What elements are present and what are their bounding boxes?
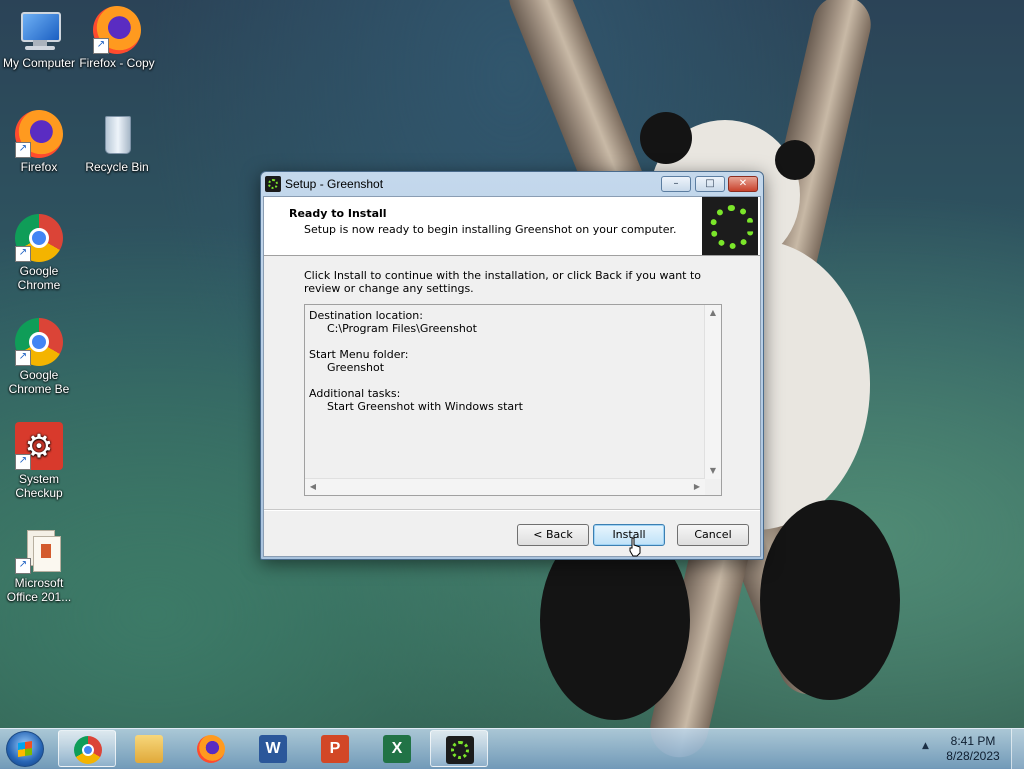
system-clock[interactable]: 8:41 PM 8/28/2023 [940,734,1006,764]
additional-tasks-value: Start Greenshot with Windows start [327,400,523,413]
taskbar: W P X ▲ 8:41 PM 8/28/2023 [0,728,1024,769]
taskbar-greenshot[interactable] [430,730,488,767]
wallpaper-panda-leg-right [760,500,900,700]
horizontal-scrollbar[interactable]: ◀ ▶ [305,478,705,495]
shortcut-arrow-icon: ↗ [15,246,31,262]
explorer-icon [135,735,163,763]
desktop-icon-label: Firefox [20,160,58,174]
scroll-right-icon[interactable]: ▶ [689,479,705,495]
office-folder-icon: ↗ [15,526,63,574]
start-menu-label: Start Menu folder: [309,348,409,361]
summary-text: Destination location: C:\Program Files\G… [309,309,523,426]
desktop-icon-label: Firefox - Copy [79,56,155,70]
taskbar-explorer[interactable] [120,730,178,767]
taskbar-powerpoint[interactable]: P [306,730,364,767]
title-bar[interactable]: Setup - Greenshot – □ ✕ [261,172,763,196]
recycle-bin-icon [93,110,141,158]
taskbar-word[interactable]: W [244,730,302,767]
greenshot-icon [265,176,281,192]
scroll-left-icon[interactable]: ◀ [305,479,321,495]
desktop-icon-firefox-copy[interactable]: ↗ Firefox - Copy [78,6,156,70]
desktop-icon-my-computer[interactable]: My Computer [0,6,78,70]
wizard-header: Ready to Install Setup is now ready to b… [264,197,760,256]
minimize-button[interactable]: – [661,176,691,192]
scrollbar-corner [705,479,721,495]
desktop-icon-google-chrome-beta[interactable]: ↗ Google Chrome Be [0,318,78,396]
word-icon: W [259,735,287,763]
chrome-icon: ↗ [15,318,63,366]
greenshot-logo [702,197,758,255]
maximize-button[interactable]: □ [695,176,725,192]
start-menu-value: Greenshot [327,361,385,374]
desktop-icon-recycle-bin[interactable]: Recycle Bin [78,110,156,174]
shortcut-arrow-icon: ↗ [15,142,31,158]
desktop-icon-label: My Computer [2,56,76,70]
system-checkup-icon: ↗ [15,422,63,470]
desktop-icon-system-checkup[interactable]: ↗ System Checkup [0,422,78,500]
computer-icon [15,6,63,54]
excel-icon: X [383,735,411,763]
desktop-icon-microsoft-office[interactable]: ↗ Microsoft Office 201... [0,526,78,604]
shortcut-arrow-icon: ↗ [15,350,31,366]
vertical-scrollbar[interactable]: ▲ ▼ [704,305,721,479]
cancel-button[interactable]: Cancel [677,524,749,546]
wallpaper-panda-ear-left [640,112,692,164]
clock-date: 8/28/2023 [946,749,1000,763]
desktop-icon-google-chrome[interactable]: ↗ Google Chrome [0,214,78,292]
page-title: Ready to Install [289,207,387,220]
taskbar-chrome[interactable] [58,730,116,767]
desktop-icon-label: Microsoft Office 201... [6,576,72,604]
scroll-down-icon[interactable]: ▼ [705,463,721,479]
greenshot-icon [446,736,474,764]
desktop-icon-label: Recycle Bin [85,160,149,174]
firefox-icon: ↗ [15,110,63,158]
setup-dialog: Setup - Greenshot – □ ✕ Ready to Install… [260,171,764,560]
desktop-icon-firefox[interactable]: ↗ Firefox [0,110,78,174]
chrome-icon: ↗ [15,214,63,262]
desktop-icon-label: Google Chrome [17,264,61,292]
start-button[interactable] [6,731,44,767]
chrome-icon [74,736,102,764]
additional-tasks-label: Additional tasks: [309,387,401,400]
taskbar-excel[interactable]: X [368,730,426,767]
dialog-body: Ready to Install Setup is now ready to b… [263,196,761,557]
shortcut-arrow-icon: ↗ [15,558,31,574]
clock-time: 8:41 PM [950,734,996,748]
shortcut-arrow-icon: ↗ [93,38,109,54]
mouse-cursor-icon [629,537,641,557]
install-summary-memo[interactable]: Destination location: C:\Program Files\G… [304,304,722,496]
window-title: Setup - Greenshot [285,177,384,191]
scroll-up-icon[interactable]: ▲ [705,305,721,321]
shortcut-arrow-icon: ↗ [15,454,31,470]
instruction-text: Click Install to continue with the insta… [304,269,702,295]
destination-value: C:\Program Files\Greenshot [327,322,477,335]
show-desktop-button[interactable] [1011,729,1024,769]
desktop-icon-label: Google Chrome Be [8,368,70,396]
destination-label: Destination location: [309,309,423,322]
show-hidden-icons-button[interactable]: ▲ [922,741,929,751]
back-button[interactable]: < Back [517,524,589,546]
wallpaper-panda-ear-right [775,140,815,180]
powerpoint-icon: P [321,735,349,763]
footer-divider [264,509,760,511]
taskbar-firefox[interactable] [182,730,240,767]
page-subtitle: Setup is now ready to begin installing G… [304,223,677,236]
firefox-icon [197,735,225,763]
close-button[interactable]: ✕ [728,176,758,192]
firefox-icon: ↗ [93,6,141,54]
desktop-icon-label: System Checkup [15,472,63,500]
